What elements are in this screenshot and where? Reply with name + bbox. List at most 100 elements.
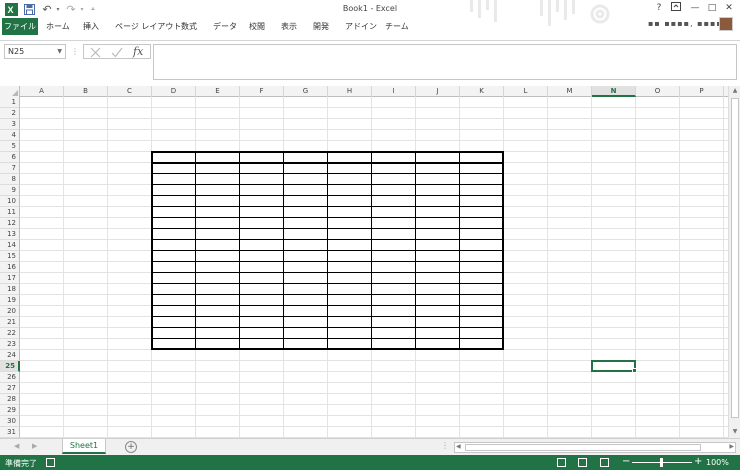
tab-page-layout[interactable]: ページ レイアウト <box>115 18 181 35</box>
zoom-in-button[interactable]: + <box>694 456 702 467</box>
column-header[interactable]: I <box>372 86 416 97</box>
row-header[interactable]: 17 <box>0 273 20 284</box>
column-header[interactable]: C <box>108 86 152 97</box>
row-header[interactable]: 21 <box>0 317 20 328</box>
column-header[interactable]: O <box>636 86 680 97</box>
vertical-scroll-thumb[interactable] <box>731 98 739 418</box>
drag-handle-icon[interactable]: ⋮ <box>71 46 79 57</box>
column-header[interactable]: B <box>64 86 108 97</box>
cancel-icon[interactable] <box>90 47 101 58</box>
row-header[interactable]: 6 <box>0 152 20 163</box>
minimize-button[interactable]: — <box>689 2 701 14</box>
help-button[interactable]: ? <box>653 2 665 14</box>
row-header[interactable]: 16 <box>0 262 20 273</box>
tab-file[interactable]: ファイル <box>2 18 38 35</box>
row-header[interactable]: 31 <box>0 427 20 438</box>
add-sheet-icon[interactable]: + <box>125 441 137 453</box>
row-header[interactable]: 15 <box>0 251 20 262</box>
column-header[interactable]: G <box>284 86 328 97</box>
formula-input[interactable] <box>153 44 737 80</box>
column-header[interactable]: D <box>152 86 196 97</box>
row-header[interactable]: 5 <box>0 141 20 152</box>
row-header[interactable]: 29 <box>0 405 20 416</box>
cells-area[interactable] <box>20 97 740 438</box>
tab-data[interactable]: データ <box>213 18 237 35</box>
scroll-left-icon[interactable]: ◀ <box>456 443 461 450</box>
tab-split-handle-icon[interactable]: ⋮ <box>441 441 449 450</box>
row-header[interactable]: 23 <box>0 339 20 350</box>
column-header[interactable]: J <box>416 86 460 97</box>
vertical-scrollbar[interactable]: ▲ ▼ <box>728 86 740 438</box>
enter-check-icon[interactable] <box>111 47 123 58</box>
tab-review[interactable]: 校閲 <box>249 18 265 35</box>
column-header[interactable]: P <box>680 86 724 97</box>
row-header[interactable]: 25 <box>0 361 20 372</box>
column-header[interactable]: N <box>592 86 636 97</box>
row-header[interactable]: 11 <box>0 207 20 218</box>
tab-team[interactable]: チーム <box>385 18 409 35</box>
row-header[interactable]: 12 <box>0 218 20 229</box>
status-text: 準備完了 <box>5 459 37 468</box>
row-header[interactable]: 8 <box>0 174 20 185</box>
user-name[interactable]: ▪▪ ▪▪▪▪, ▪▪▪▪▪ <box>648 19 729 28</box>
row-header[interactable]: 10 <box>0 196 20 207</box>
row-header[interactable]: 2 <box>0 108 20 119</box>
row-header[interactable]: 28 <box>0 394 20 405</box>
normal-view-icon[interactable] <box>557 458 566 467</box>
horizontal-scrollbar[interactable]: ◀ ▶ <box>454 442 736 453</box>
tab-formulas[interactable]: 数式 <box>181 18 197 35</box>
prev-sheet-icon[interactable]: ◀ <box>14 442 19 450</box>
column-header[interactable]: H <box>328 86 372 97</box>
avatar[interactable] <box>719 17 733 31</box>
row-header[interactable]: 14 <box>0 240 20 251</box>
restore-button[interactable]: □ <box>706 2 718 14</box>
fill-handle[interactable] <box>632 368 637 373</box>
page-break-preview-icon[interactable] <box>600 458 609 467</box>
row-header[interactable]: 18 <box>0 284 20 295</box>
row-header[interactable]: 19 <box>0 295 20 306</box>
row-header[interactable]: 9 <box>0 185 20 196</box>
column-header[interactable]: A <box>20 86 64 97</box>
scroll-down-icon[interactable]: ▼ <box>729 428 740 435</box>
close-button[interactable]: ✕ <box>723 2 735 14</box>
row-header[interactable]: 30 <box>0 416 20 427</box>
row-header[interactable]: 22 <box>0 328 20 339</box>
zoom-out-button[interactable]: − <box>622 456 630 467</box>
active-cell[interactable] <box>591 360 636 372</box>
tab-home[interactable]: ホーム <box>46 18 70 35</box>
row-header[interactable]: 13 <box>0 229 20 240</box>
tab-addins[interactable]: アドイン <box>345 18 377 35</box>
horizontal-scroll-thumb[interactable] <box>465 444 701 451</box>
worksheet-grid[interactable]: ABCDEFGHIJKLMNOP 1 2 3 4 5 6 7 8 9 10 11 12 13 14 15 16… <box>0 86 740 438</box>
next-sheet-icon[interactable]: ▶ <box>32 442 37 450</box>
row-header[interactable]: 24 <box>0 350 20 361</box>
row-header[interactable]: 3 <box>0 119 20 130</box>
macro-record-icon[interactable] <box>46 458 55 467</box>
select-all-button[interactable] <box>0 86 20 97</box>
row-header[interactable]: 26 <box>0 372 20 383</box>
tab-developer[interactable]: 開発 <box>313 18 329 35</box>
row-header[interactable]: 20 <box>0 306 20 317</box>
row-header[interactable]: 7 <box>0 163 20 174</box>
scroll-up-icon[interactable]: ▲ <box>729 87 740 94</box>
column-header[interactable]: L <box>504 86 548 97</box>
scroll-right-icon[interactable]: ▶ <box>729 443 734 450</box>
zoom-level[interactable]: 100% <box>706 458 729 467</box>
column-header[interactable]: M <box>548 86 592 97</box>
page-layout-view-icon[interactable] <box>578 458 587 467</box>
insert-function-button[interactable]: fx <box>133 45 143 58</box>
name-box[interactable]: N25 ▼ <box>4 44 66 59</box>
column-header[interactable]: E <box>196 86 240 97</box>
table-border <box>151 327 504 328</box>
tab-view[interactable]: 表示 <box>281 18 297 35</box>
zoom-slider-thumb[interactable] <box>660 458 663 467</box>
ribbon-display-options-icon[interactable] <box>670 2 682 14</box>
column-header[interactable]: F <box>240 86 284 97</box>
row-header[interactable]: 4 <box>0 130 20 141</box>
row-header[interactable]: 1 <box>0 97 20 108</box>
chevron-down-icon[interactable]: ▼ <box>57 45 62 58</box>
column-header[interactable]: K <box>460 86 504 97</box>
sheet-tab-sheet1[interactable]: Sheet1 <box>62 439 106 454</box>
row-header[interactable]: 27 <box>0 383 20 394</box>
tab-insert[interactable]: 挿入 <box>83 18 99 35</box>
